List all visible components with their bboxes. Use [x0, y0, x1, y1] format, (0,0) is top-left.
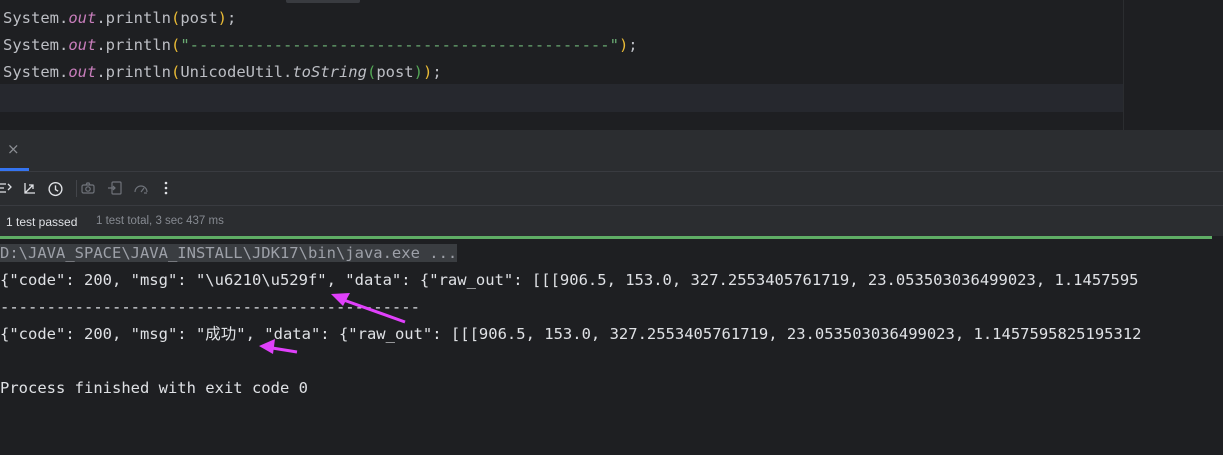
import-icon[interactable]	[106, 179, 124, 197]
console-output[interactable]: D:\JAVA_SPACE\JAVA_INSTALL\JDK17\bin\jav…	[0, 240, 1223, 455]
collapse-icon[interactable]	[20, 179, 38, 197]
run-toolbar	[0, 172, 1223, 206]
console-line-unicode: {"code": 200, "msg": "\u6210\u529f", "da…	[0, 271, 1139, 289]
console-line-decoded: {"code": 200, "msg": "成功", "data": {"raw…	[0, 325, 1142, 343]
current-line-highlight	[0, 84, 1123, 112]
tests-summary-detail: 1 test total, 3 sec 437 ms	[96, 215, 224, 227]
test-status-bar: 1 test passed 1 test total, 3 sec 437 ms	[0, 206, 1223, 236]
close-icon[interactable]: ×	[7, 140, 20, 158]
editor-tab-stub	[286, 0, 360, 3]
run-tab-bar: ×	[0, 130, 1223, 172]
code-line-2: System.out.println("--------------------…	[3, 36, 638, 54]
sort-tests-icon[interactable]	[0, 179, 14, 197]
camera-icon[interactable]	[79, 179, 97, 197]
active-tab-indicator	[0, 168, 29, 171]
code-line-3: System.out.println(UnicodeUtil.toString(…	[3, 63, 442, 81]
console-exit-message: Process finished with exit code 0	[0, 379, 308, 397]
console-command-line[interactable]: D:\JAVA_SPACE\JAVA_INSTALL\JDK17\bin\jav…	[0, 240, 458, 267]
code-editor[interactable]: System.out.println(post); System.out.pri…	[0, 0, 1223, 130]
run-panel: × 1 test passed 1 test total, 3 sec 437 …	[0, 130, 1223, 455]
test-progress-bar	[0, 236, 1212, 239]
speed-icon[interactable]	[132, 179, 150, 197]
toolbar-separator	[76, 180, 77, 197]
history-icon[interactable]	[46, 179, 64, 197]
console-separator: ----------------------------------------…	[0, 298, 420, 316]
more-icon[interactable]	[157, 179, 175, 197]
right-margin-guide	[1123, 0, 1124, 130]
code-line-1: System.out.println(post);	[3, 9, 237, 27]
tests-passed-label: 1 test passed	[6, 215, 78, 229]
